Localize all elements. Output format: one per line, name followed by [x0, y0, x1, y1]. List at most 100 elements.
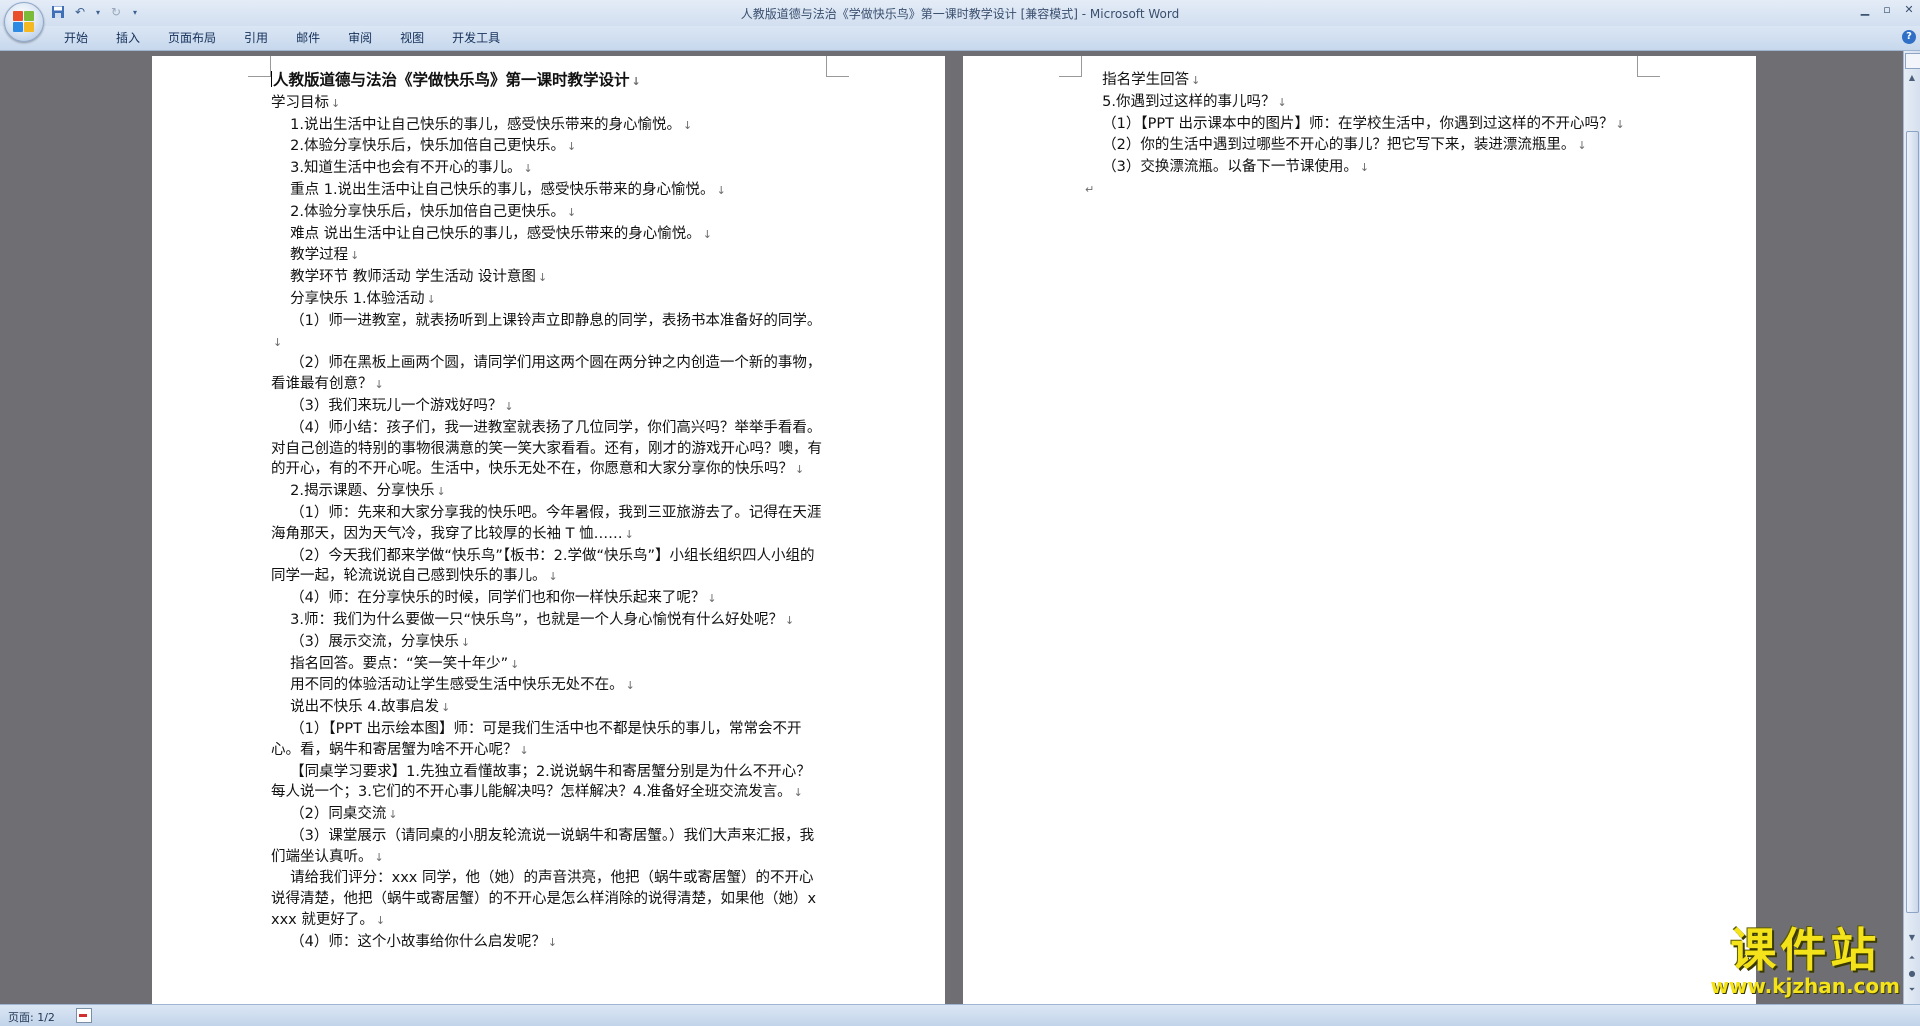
watermark-title: 课件站	[1730, 923, 1881, 977]
paragraph-text: 2.体验分享快乐后，快乐加倍自己更快乐。	[271, 138, 565, 155]
page-1-body[interactable]: 人教版道德与法治《学做快乐鸟》第一课时教学设计 ↓ 学习目标 ↓ 1.说出生活中让自己…	[271, 70, 824, 954]
document-workspace[interactable]: 人教版道德与法治《学做快乐鸟》第一课时教学设计 ↓ 学习目标 ↓ 1.说出生活中让自己…	[0, 51, 1904, 1004]
ribbon-tab[interactable]: 开发工具	[438, 30, 514, 46]
window-controls: ▁ ▫ ✕	[1854, 0, 1920, 18]
ribbon-tab[interactable]: 审阅	[334, 30, 386, 46]
ribbon-tab[interactable]: 视图	[386, 30, 438, 46]
document-page-2[interactable]: 指名学生回答 ↓ 5.你遇到过这样的事儿吗？ ↓ （1）【PPT 出示课本中的图片】…	[963, 56, 1756, 1004]
document-paragraph[interactable]: （3）我们来玩儿一个游戏好吗？ ↓	[271, 396, 824, 418]
line-break-mark-icon: ↓	[625, 679, 635, 693]
previous-page-icon[interactable]: ⏶	[1905, 951, 1919, 965]
office-button[interactable]	[4, 2, 44, 42]
document-paragraph[interactable]: （4）师：这个小故事给你什么启发呢？ ↓	[271, 932, 824, 954]
next-page-icon[interactable]: ⏷	[1905, 983, 1919, 997]
browse-object-icon[interactable]: ●	[1905, 967, 1919, 981]
scrollbar-thumb[interactable]	[1906, 131, 1919, 913]
document-paragraph[interactable]: （1）师一进教室，就表扬听到上课铃声立即静息的同学，表扬书本准备好的同学。 ↓	[271, 311, 824, 354]
ribbon-tab[interactable]: 邮件	[282, 30, 334, 46]
proofing-icon[interactable]	[76, 1008, 92, 1023]
document-paragraph[interactable]: 说出不快乐 4.故事启发 ↓	[271, 697, 824, 719]
line-break-mark-icon: ↓	[523, 162, 533, 176]
line-break-mark-icon: ↓	[441, 701, 451, 715]
document-paragraph[interactable]: 请给我们评分：xxx 同学，他（她）的声音洪亮，他把（蜗牛或寄居蟹）的不开心说得…	[271, 868, 824, 931]
paragraph-text: 3.师：我们为什么要做一只“快乐鸟”，也就是一个人身心愉悦有什么好处呢？	[271, 611, 783, 628]
page-indicator[interactable]: 页面: 1/2	[8, 1009, 55, 1025]
paragraph-text: （1）师：先来和大家分享我的快乐吧。今年暑假，我到三亚旅游去了。记得在天涯海角那…	[271, 504, 822, 542]
paragraph-text: （3）展示交流，分享快乐	[271, 633, 459, 650]
document-paragraph[interactable]: （4）师：在分享快乐的时候，同学们也和你一样快乐起来了呢？ ↓	[271, 588, 824, 610]
document-paragraph[interactable]: 教学过程 ↓	[271, 245, 824, 267]
margin-corner-mark	[1637, 56, 1660, 77]
document-paragraph[interactable]: 2.体验分享快乐后，快乐加倍自己更快乐。 ↓	[271, 136, 824, 158]
close-icon[interactable]: ✕	[1898, 0, 1920, 18]
document-page-1[interactable]: 人教版道德与法治《学做快乐鸟》第一课时教学设计 ↓ 学习目标 ↓ 1.说出生活中让自己…	[152, 56, 945, 1004]
margin-corner-mark	[826, 56, 849, 77]
document-paragraph[interactable]: （1）【PPT 出示绘本图】师：可是我们生活中也不都是快乐的事儿，常常会不开心。…	[271, 719, 824, 762]
text-cursor	[271, 71, 272, 87]
document-paragraph[interactable]: 人教版道德与法治《学做快乐鸟》第一课时教学设计 ↓	[271, 70, 824, 93]
document-paragraph[interactable]: 用不同的体验活动让学生感受生活中快乐无处不在。 ↓	[271, 675, 824, 697]
document-paragraph[interactable]: 2.体验分享快乐后，快乐加倍自己更快乐。 ↓	[271, 202, 824, 224]
document-paragraph[interactable]: 难点 说出生活中让自己快乐的事儿，感受快乐带来的身心愉悦。 ↓	[271, 224, 824, 246]
paragraph-text: 5.你遇到过这样的事儿吗？	[1083, 93, 1276, 110]
line-break-mark-icon: ↓	[374, 850, 384, 864]
line-break-mark-icon: ↓	[1359, 161, 1370, 175]
page-2-body[interactable]: 指名学生回答 ↓ 5.你遇到过这样的事儿吗？ ↓ （1）【PPT 出示课本中的图片】…	[1083, 70, 1636, 201]
ribbon-tab[interactable]: 插入	[102, 30, 154, 46]
document-paragraph[interactable]: （3）交换漂流瓶。以备下一节课使用。 ↓	[1083, 157, 1636, 179]
document-paragraph[interactable]: （2）今天我们都来学做“快乐鸟”【板书：2.学做“快乐鸟”】小组长组织四人小组的…	[271, 546, 824, 589]
ribbon-tab[interactable]: 开始	[50, 30, 102, 46]
line-break-mark-icon: ↓	[547, 935, 558, 949]
line-break-mark-icon: ↓	[716, 183, 726, 197]
document-paragraph[interactable]: （3）展示交流，分享快乐 ↓	[271, 632, 824, 654]
document-paragraph[interactable]: （4）师小结：孩子们，我一进教室就表扬了几位同学，你们高兴吗？举举手看看。对自己…	[271, 418, 824, 481]
margin-corner-mark	[1059, 56, 1082, 77]
scroll-down-icon[interactable]: ▼	[1905, 931, 1919, 945]
paragraph-text: （1）【PPT 出示课本中的图片】师：在学校生活中，你遇到过这样的不开心吗？	[1083, 115, 1614, 132]
document-paragraph[interactable]: 学习目标 ↓	[271, 93, 824, 115]
paragraph-text: 1.说出生活中让自己快乐的事儿，感受快乐带来的身心愉悦。	[271, 116, 681, 133]
document-paragraph[interactable]: （2）师在黑板上画两个圆，请同学们用这两个圆在两分钟之内创造一个新的事物，看谁最…	[271, 353, 824, 396]
document-paragraph[interactable]: 【同桌学习要求】1.先独立看懂故事；2.说说蜗牛和寄居蟹分别是为什么不开心？每人…	[271, 762, 824, 805]
view-ruler-button[interactable]	[1905, 53, 1920, 69]
line-break-mark-icon: ↓	[793, 786, 803, 800]
document-paragraph[interactable]: 3.知道生活中也会有不开心的事儿。 ↓	[271, 158, 824, 180]
line-break-mark-icon: ↓	[504, 399, 514, 413]
document-paragraph[interactable]: 指名学生回答 ↓	[1083, 70, 1636, 92]
paragraph-text: 教学过程	[271, 247, 349, 264]
document-paragraph[interactable]: 2.揭示课题、分享快乐 ↓	[271, 481, 824, 503]
paragraph-text: 2.体验分享快乐后，快乐加倍自己更快乐。	[271, 203, 565, 220]
document-paragraph[interactable]: （2）同桌交流 ↓	[271, 804, 824, 826]
paragraph-text: （4）师小结：孩子们，我一进教室就表扬了几位同学，你们高兴吗？举举手看看。对自己…	[271, 419, 822, 478]
end-of-document-mark: ↵	[1083, 179, 1636, 201]
paragraph-text: （3）课堂展示（请同桌的小朋友轮流说一说蜗牛和寄居蟹。）我们大声来汇报，我们端坐…	[271, 827, 815, 865]
document-paragraph[interactable]: 5.你遇到过这样的事儿吗？ ↓	[1083, 92, 1636, 114]
paragraph-text: 用不同的体验活动让学生感受生活中快乐无处不在。	[271, 677, 624, 694]
minimize-icon[interactable]: ▁	[1854, 0, 1876, 18]
line-break-mark-icon: ↓	[795, 463, 805, 477]
paragraph-text: （2）同桌交流	[271, 806, 387, 823]
document-paragraph[interactable]: 教学环节 教师活动 学生活动 设计意图 ↓	[271, 267, 824, 289]
paragraph-text: （2）师在黑板上画两个圆，请同学们用这两个圆在两分钟之内创造一个新的事物，看谁最…	[271, 355, 822, 393]
maximize-icon[interactable]: ▫	[1876, 0, 1898, 18]
document-paragraph[interactable]: （1）【PPT 出示课本中的图片】师：在学校生活中，你遇到过这样的不开心吗？ ↓	[1083, 114, 1636, 136]
document-paragraph[interactable]: 1.说出生活中让自己快乐的事儿，感受快乐带来的身心愉悦。 ↓	[271, 115, 824, 137]
vertical-scrollbar[interactable]: ▲ ▼ ⏶ ● ⏷	[1903, 51, 1920, 1004]
paragraph-text: 指名回答。要点：“笑一笑十年少”	[271, 655, 509, 672]
line-break-mark-icon: ↓	[350, 249, 360, 263]
document-paragraph[interactable]: 重点 1.说出生活中让自己快乐的事儿，感受快乐带来的身心愉悦。 ↓	[271, 180, 824, 202]
paragraph-text: 难点 说出生活中让自己快乐的事儿，感受快乐带来的身心愉悦。	[271, 225, 701, 242]
ribbon-tab[interactable]: 引用	[230, 30, 282, 46]
ribbon-tab[interactable]: 页面布局	[154, 30, 230, 46]
document-paragraph[interactable]: （2）你的生活中遇到过哪些不开心的事儿？把它写下来，装进漂流瓶里。 ↓	[1083, 135, 1636, 157]
paragraph-text: （2）你的生活中遇到过哪些不开心的事儿？把它写下来，装进漂流瓶里。	[1083, 137, 1576, 154]
help-icon[interactable]: ?	[1902, 30, 1916, 44]
document-paragraph[interactable]: 分享快乐 1.体验活动 ↓	[271, 289, 824, 311]
line-break-mark-icon: ↓	[519, 743, 529, 757]
document-paragraph[interactable]: 3.师：我们为什么要做一只“快乐鸟”，也就是一个人身心愉悦有什么好处呢？ ↓	[271, 610, 824, 632]
scroll-up-icon[interactable]: ▲	[1905, 71, 1919, 85]
paragraph-text: 说出不快乐 4.故事启发	[271, 699, 440, 716]
document-paragraph[interactable]: 指名回答。要点：“笑一笑十年少” ↓	[271, 654, 824, 676]
document-paragraph[interactable]: （1）师：先来和大家分享我的快乐吧。今年暑假，我到三亚旅游去了。记得在天涯海角那…	[271, 503, 824, 546]
document-paragraph[interactable]: （3）课堂展示（请同桌的小朋友轮流说一说蜗牛和寄居蟹。）我们大声来汇报，我们端坐…	[271, 826, 824, 869]
